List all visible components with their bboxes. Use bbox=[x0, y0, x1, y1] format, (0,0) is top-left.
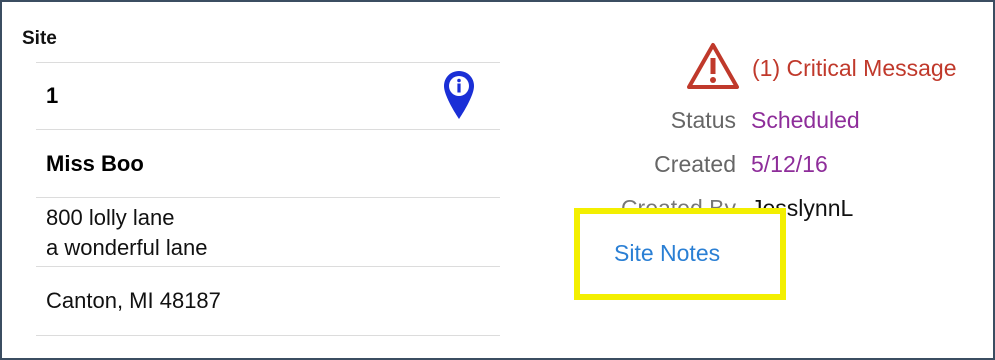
site-number: 1 bbox=[46, 83, 59, 108]
site-section-header: Site bbox=[22, 28, 57, 49]
address-line-1: 800 lolly lane bbox=[46, 205, 175, 230]
address-line-2: a wonderful lane bbox=[46, 235, 208, 260]
critical-message-link[interactable]: (1) Critical Message bbox=[752, 55, 957, 82]
status-label: Status bbox=[670, 107, 736, 133]
app-frame: Site 1 Miss Boo 800 lolly lane a wonderf… bbox=[0, 0, 995, 360]
info-location-pin-icon[interactable] bbox=[442, 69, 476, 121]
created-label: Created bbox=[654, 151, 736, 177]
status-value: Scheduled bbox=[751, 107, 860, 133]
site-panel: Site 1 Miss Boo 800 lolly lane a wonderf… bbox=[12, 2, 500, 358]
details-panel: (1) Critical Message Status Scheduled Cr… bbox=[522, 2, 992, 358]
site-name-row[interactable]: Miss Boo bbox=[36, 131, 500, 198]
site-address-row[interactable]: 800 lolly lane a wonderful lane bbox=[36, 198, 500, 267]
city-state-zip: Canton, MI 48187 bbox=[46, 288, 221, 313]
site-number-row[interactable]: 1 bbox=[36, 62, 500, 130]
site-city-row[interactable]: Canton, MI 48187 bbox=[36, 267, 500, 336]
site-name: Miss Boo bbox=[46, 151, 144, 176]
warning-triangle-icon[interactable] bbox=[686, 42, 740, 90]
site-notes-link[interactable]: Site Notes bbox=[614, 240, 720, 267]
created-value: 5/12/16 bbox=[751, 151, 828, 177]
